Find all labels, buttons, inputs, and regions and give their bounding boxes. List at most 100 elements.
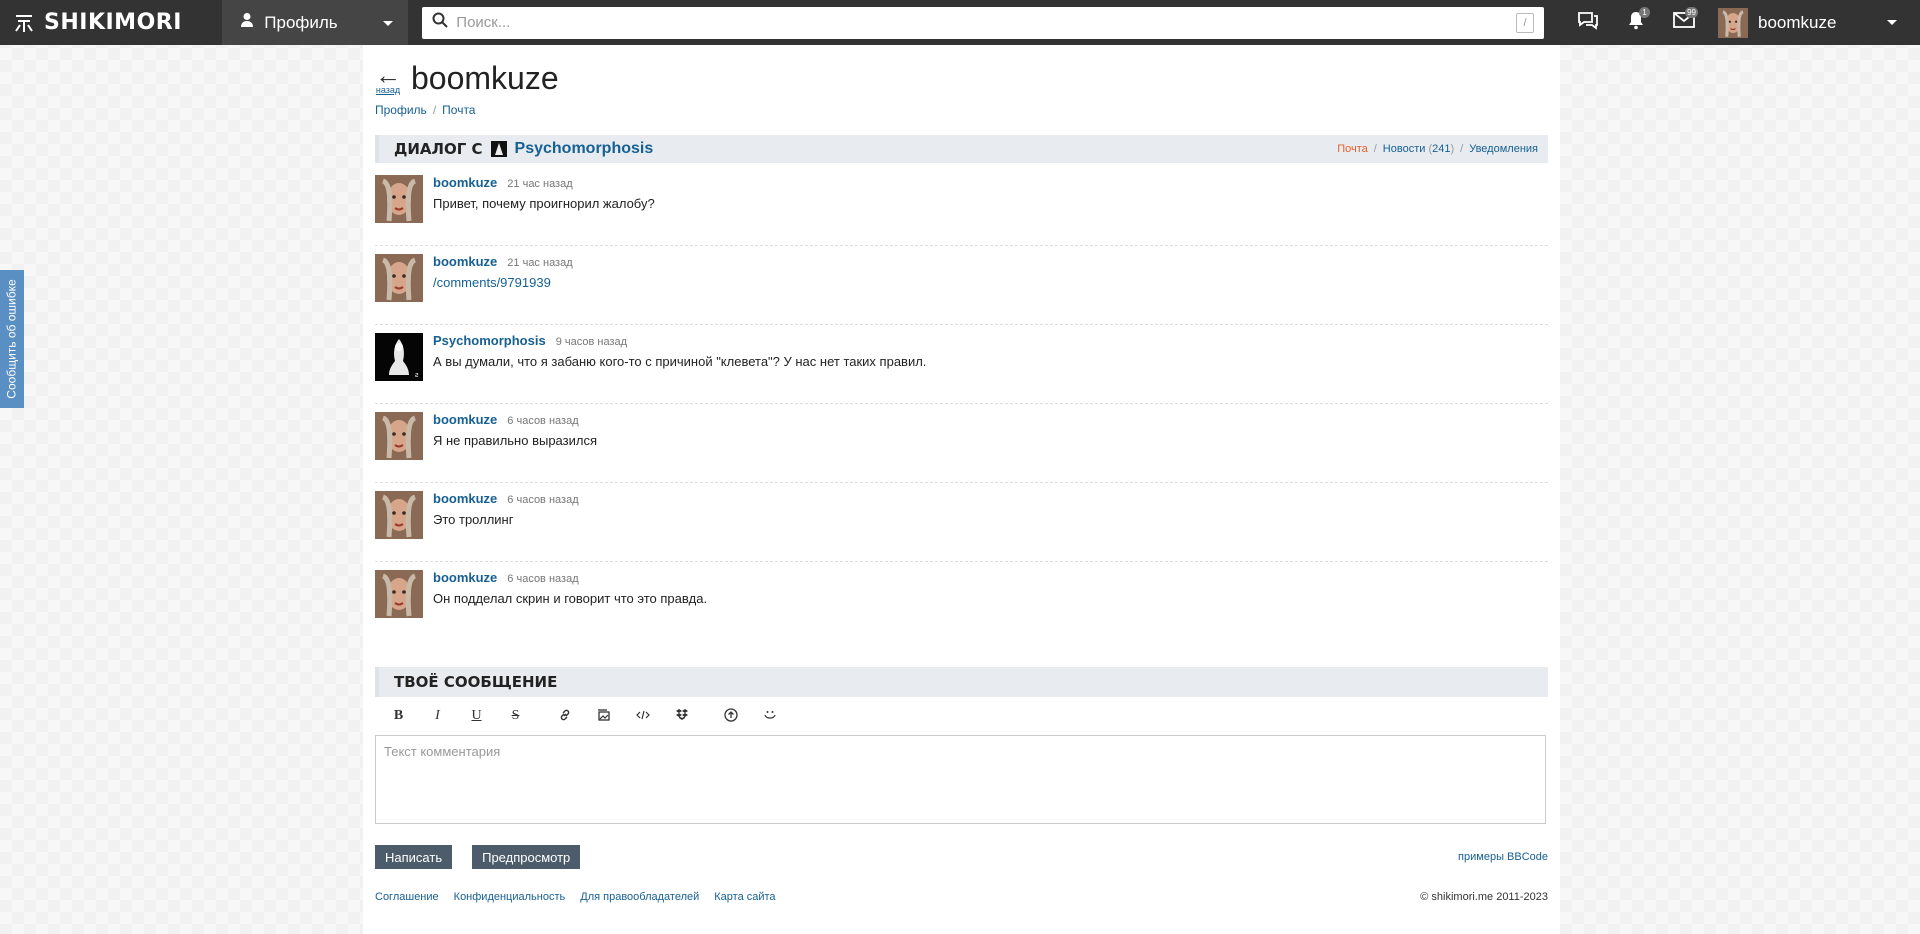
comments-button[interactable] (1564, 0, 1612, 45)
current-username: boomkuze (1758, 12, 1837, 32)
back-arrow-icon: ← (375, 60, 401, 90)
message-time: 9 часов назад (555, 336, 628, 348)
strikethrough-icon: S (511, 708, 520, 723)
message-item: boomkuze 21 час назад /comments/9791939 (375, 246, 1548, 325)
message-time: 21 час назад (507, 178, 573, 190)
search-box[interactable]: / (422, 6, 1544, 39)
message-text: Привет, почему проигнорил жалобу? (433, 196, 655, 211)
dialog-user-link[interactable]: Psychomorphosis (515, 140, 654, 158)
news-label: Новости (1382, 143, 1426, 155)
search-input[interactable] (456, 14, 1508, 31)
avatar[interactable] (375, 254, 423, 302)
news-count-close: ) (1450, 143, 1455, 155)
breadcrumb: Профиль / Почта (375, 103, 1548, 117)
breadcrumb-mail[interactable]: Почта (442, 103, 475, 117)
smiley-button[interactable] (750, 704, 789, 728)
preview-button[interactable]: Предпросмотр (472, 845, 581, 869)
message-item: ƨ Psychomorphosis 9 часов назад А вы дум… (375, 325, 1548, 404)
message-item: boomkuze 21 час назад Привет, почему про… (375, 167, 1548, 246)
link-button[interactable] (545, 704, 584, 728)
compose-actions: Написать Предпросмотр примеры BBCode (375, 845, 1548, 869)
section-menu-dropdown[interactable]: Профиль (222, 0, 409, 45)
italic-button[interactable]: I (418, 704, 457, 728)
site-logo[interactable]: SHIKIMORI (0, 0, 222, 45)
message-text: Я не правильно выразился (433, 433, 597, 448)
separator: / (1460, 143, 1464, 155)
message-link[interactable]: /comments/9791939 (433, 275, 573, 290)
dropbox-icon (675, 708, 689, 725)
news-link[interactable]: Новости (241) (1383, 143, 1454, 155)
code-button[interactable] (623, 704, 662, 728)
svg-text:ƨ: ƨ (415, 372, 419, 379)
back-label: назад (375, 85, 401, 95)
main-content: ← назад boomkuze Профиль / Почта ДИАЛОГ … (363, 45, 1560, 934)
message-author[interactable]: boomkuze (433, 175, 497, 190)
avatar[interactable] (375, 175, 423, 223)
search-icon (432, 12, 448, 33)
notifications-button[interactable]: 1 (1612, 0, 1660, 45)
report-error-tab[interactable]: Сообщить об ошибке (0, 270, 24, 408)
chat-bubbles-icon (1577, 10, 1599, 35)
message-author[interactable]: boomkuze (433, 491, 497, 506)
avatar[interactable]: ƨ (375, 333, 423, 381)
breadcrumb-profile[interactable]: Профиль (375, 103, 427, 117)
submit-button[interactable]: Написать (375, 845, 453, 869)
message-item: boomkuze 6 часов назад Я не правильно вы… (375, 404, 1548, 483)
search-shortcut-hint: / (1516, 12, 1534, 33)
logo-text: SHIKIMORI (44, 10, 182, 35)
avatar[interactable] (375, 491, 423, 539)
footer-link-agreement[interactable]: Соглашение (375, 891, 439, 903)
message-item: boomkuze 6 часов назад Он подделал скрин… (375, 562, 1548, 641)
code-icon (635, 708, 650, 725)
dropbox-button[interactable] (662, 704, 701, 728)
message-time: 21 час назад (507, 257, 573, 269)
link-icon (558, 708, 572, 725)
underline-icon: U (471, 708, 482, 723)
breadcrumb-separator: / (432, 103, 437, 117)
editor-toolbar: B I U S (375, 697, 1548, 735)
avatar[interactable] (375, 412, 423, 460)
footer: Соглашение Конфиденциальность Для правоо… (375, 891, 1548, 903)
mail-link[interactable]: Почта (1337, 143, 1368, 155)
message-author[interactable]: boomkuze (433, 412, 497, 427)
smiley-icon (763, 708, 777, 725)
bold-button[interactable]: B (379, 704, 418, 728)
copyright: © shikimori.me 2011-2023 (1420, 891, 1548, 903)
mail-button[interactable]: 99 (1660, 0, 1708, 45)
notifications-link[interactable]: Уведомления (1469, 143, 1538, 155)
back-link[interactable]: ← назад (375, 60, 401, 95)
message-author[interactable]: Psychomorphosis (433, 333, 546, 348)
avatar[interactable] (375, 570, 423, 618)
footer-link-copyright-holders[interactable]: Для правообладателей (580, 891, 699, 903)
underline-button[interactable]: U (457, 704, 496, 728)
section-menu-label: Профиль (264, 12, 338, 32)
message-time: 6 часов назад (507, 415, 579, 427)
separator: / (1373, 143, 1377, 155)
upload-button[interactable] (711, 704, 750, 728)
footer-link-sitemap[interactable]: Карта сайта (714, 891, 775, 903)
message-author[interactable]: boomkuze (433, 254, 497, 269)
bbcode-examples-link[interactable]: примеры BBCode (1458, 851, 1548, 863)
dialog-user-avatar (490, 141, 507, 157)
message-author[interactable]: boomkuze (433, 570, 497, 585)
news-count: 241 (1432, 143, 1451, 155)
avatar (1718, 7, 1748, 38)
notifications-badge: 1 (1639, 7, 1650, 18)
chevron-down-icon (382, 13, 394, 33)
user-menu-dropdown[interactable]: boomkuze (1718, 0, 1920, 45)
message-time: 6 часов назад (507, 494, 579, 506)
top-navigation-bar: SHIKIMORI Профиль / 1 (0, 0, 1920, 45)
dialog-header: ДИАЛОГ С Psychomorphosis Почта / Новости… (375, 135, 1548, 163)
footer-link-privacy[interactable]: Конфиденциальность (454, 891, 566, 903)
chevron-down-icon (1886, 14, 1898, 32)
comment-textarea[interactable] (375, 735, 1546, 824)
user-icon (240, 12, 254, 33)
page-title: boomkuze (411, 60, 559, 96)
dialog-title: ДИАЛОГ С (394, 140, 483, 158)
mail-section-links: Почта / Новости (241) / Уведомления (1337, 143, 1538, 155)
upload-icon (723, 707, 738, 725)
strikethrough-button[interactable]: S (496, 704, 535, 728)
logo-icon (12, 11, 36, 35)
image-button[interactable] (584, 704, 623, 728)
message-item: boomkuze 6 часов назад Это троллинг (375, 483, 1548, 562)
